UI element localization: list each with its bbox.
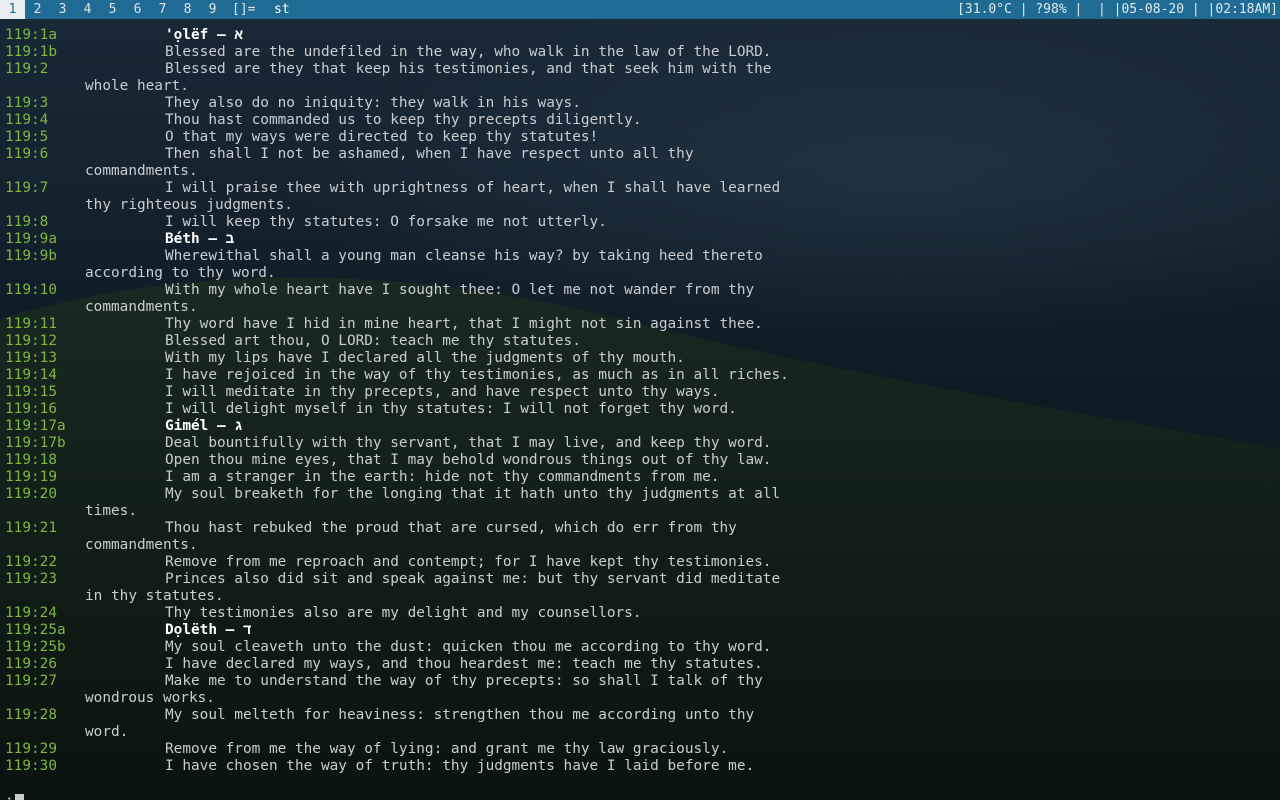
verse-reference: 119:8 xyxy=(5,214,49,230)
verse-text: With my lips have I declared all the jud… xyxy=(165,350,685,366)
verse-text: I have rejoiced in the way of thy testim… xyxy=(165,367,789,383)
verse-reference: 119:23 xyxy=(5,571,57,587)
verse-text: My soul breaketh for the longing that it… xyxy=(165,486,781,502)
verse-text: Princes also did sit and speak against m… xyxy=(165,571,781,587)
verse-reference: 119:15 xyxy=(5,384,57,400)
verse-reference: 119:4 xyxy=(5,112,49,128)
section-header: 'ọlëf – א xyxy=(165,27,243,43)
verse-text: I will keep thy statutes: O forsake me n… xyxy=(165,214,607,230)
verse-reference: 119:30 xyxy=(5,758,57,774)
verse-text: They also do no iniquity: they walk in h… xyxy=(165,95,581,111)
verse-reference: 119:20 xyxy=(5,486,57,502)
verse-text: Open thou mine eyes, that I may behold w… xyxy=(165,452,772,468)
text-cursor xyxy=(15,794,24,800)
verse-text: O that my ways were directed to keep thy… xyxy=(165,129,599,145)
verse-text: Thy testimonies also are my delight and … xyxy=(165,605,642,621)
verse-text: according to thy word. xyxy=(85,265,276,281)
verse-text: I have declared my ways, and thou hearde… xyxy=(165,656,763,672)
verse-text: word. xyxy=(85,724,129,740)
verse-reference: 119:10 xyxy=(5,282,57,298)
verse-reference: 119:17b xyxy=(5,435,66,451)
verse-text: Make me to understand the way of thy pre… xyxy=(165,673,763,689)
verse-reference: 119:13 xyxy=(5,350,57,366)
verse-reference: 119:21 xyxy=(5,520,57,536)
workspace-tag-8[interactable]: 8 xyxy=(175,0,200,19)
verse-reference: 119:18 xyxy=(5,452,57,468)
verse-text: I will delight myself in thy statutes: I… xyxy=(165,401,737,417)
verse-text: in thy statutes. xyxy=(85,588,224,604)
command-prompt[interactable]: : xyxy=(5,793,14,800)
verse-text: whole heart. xyxy=(85,78,189,94)
verse-reference: 119:9a xyxy=(5,231,57,247)
workspace-tag-9[interactable]: 9 xyxy=(200,0,225,19)
verse-reference: 119:1a xyxy=(5,27,57,43)
verse-reference: 119:14 xyxy=(5,367,57,383)
verse-reference: 119:19 xyxy=(5,469,57,485)
verse-text: Thou hast commanded us to keep thy prece… xyxy=(165,112,642,128)
verse-text: With my whole heart have I sought thee: … xyxy=(165,282,755,298)
top-status-bar: 123456789 []= st [31.0°C | ?98% | | |05-… xyxy=(0,0,1280,19)
section-header: Béth – ב xyxy=(165,231,235,247)
verse-text: commandments. xyxy=(85,299,198,315)
verse-reference: 119:12 xyxy=(5,333,57,349)
verse-text: Remove from me reproach and contempt; fo… xyxy=(165,554,772,570)
verse-reference: 119:27 xyxy=(5,673,57,689)
verse-text: times. xyxy=(85,503,137,519)
verse-reference: 119:22 xyxy=(5,554,57,570)
workspace-tag-1[interactable]: 1 xyxy=(0,0,25,19)
verse-text: Remove from me the way of lying: and gra… xyxy=(165,741,729,757)
verse-reference: 119:16 xyxy=(5,401,57,417)
terminal-window[interactable]: 119:1a 'ọlëf – א 119:1b Blessed are the und… xyxy=(0,19,1280,800)
workspace-tag-2[interactable]: 2 xyxy=(25,0,50,19)
workspace-tag-4[interactable]: 4 xyxy=(75,0,100,19)
verse-text: Blessed are they that keep his testimoni… xyxy=(165,61,772,77)
verse-reference: 119:9b xyxy=(5,248,57,264)
workspace-tag-6[interactable]: 6 xyxy=(125,0,150,19)
verse-text: Deal bountifully with thy servant, that … xyxy=(165,435,772,451)
verse-text: Blessed are the undefiled in the way, wh… xyxy=(165,44,772,60)
verse-reference: 119:6 xyxy=(5,146,49,162)
verse-text: commandments. xyxy=(85,163,198,179)
verse-text: I will meditate in thy precepts, and hav… xyxy=(165,384,720,400)
verse-text: Thou hast rebuked the proud that are cur… xyxy=(165,520,737,536)
verse-reference: 119:24 xyxy=(5,605,57,621)
verse-reference: 119:1b xyxy=(5,44,57,60)
verse-reference: 119:3 xyxy=(5,95,49,111)
verse-text: thy righteous judgments. xyxy=(85,197,293,213)
verse-text: I am a stranger in the earth: hide not t… xyxy=(165,469,720,485)
verse-reference: 119:5 xyxy=(5,129,49,145)
verse-reference: 119:11 xyxy=(5,316,57,332)
verse-reference: 119:25a xyxy=(5,622,66,638)
window-title: st xyxy=(274,2,290,17)
verse-text: Blessed art thou, O LORD: teach me thy s… xyxy=(165,333,581,349)
verse-reference: 119:28 xyxy=(5,707,57,723)
verse-reference: 119:29 xyxy=(5,741,57,757)
workspace-tag-5[interactable]: 5 xyxy=(100,0,125,19)
verse-text: My soul melteth for heaviness: strengthe… xyxy=(165,707,755,723)
verse-text: Wherewithal shall a young man cleanse hi… xyxy=(165,248,763,264)
verse-reference: 119:25b xyxy=(5,639,66,655)
verse-text: I have chosen the way of truth: thy judg… xyxy=(165,758,755,774)
verse-text: My soul cleaveth unto the dust: quicken … xyxy=(165,639,772,655)
verse-reference: 119:17a xyxy=(5,418,66,434)
section-header: Gimél – ג xyxy=(165,418,243,434)
verse-reference: 119:7 xyxy=(5,180,49,196)
verse-reference: 119:2 xyxy=(5,61,49,77)
workspace-tag-3[interactable]: 3 xyxy=(50,0,75,19)
layout-indicator[interactable]: []= xyxy=(232,0,255,19)
verse-text: I will praise thee with uprightness of h… xyxy=(165,180,781,196)
system-status-text: [31.0°C | ?98% | | |05-08-20 | |02:18AM] xyxy=(957,2,1278,17)
verse-reference: 119:26 xyxy=(5,656,57,672)
verse-text: Then shall I not be ashamed, when I have… xyxy=(165,146,694,162)
workspace-tag-7[interactable]: 7 xyxy=(150,0,175,19)
verse-text: Thy word have I hid in mine heart, that … xyxy=(165,316,763,332)
verse-text: commandments. xyxy=(85,537,198,553)
verse-text: wondrous works. xyxy=(85,690,215,706)
section-header: Dọlëth – ד xyxy=(165,622,252,638)
